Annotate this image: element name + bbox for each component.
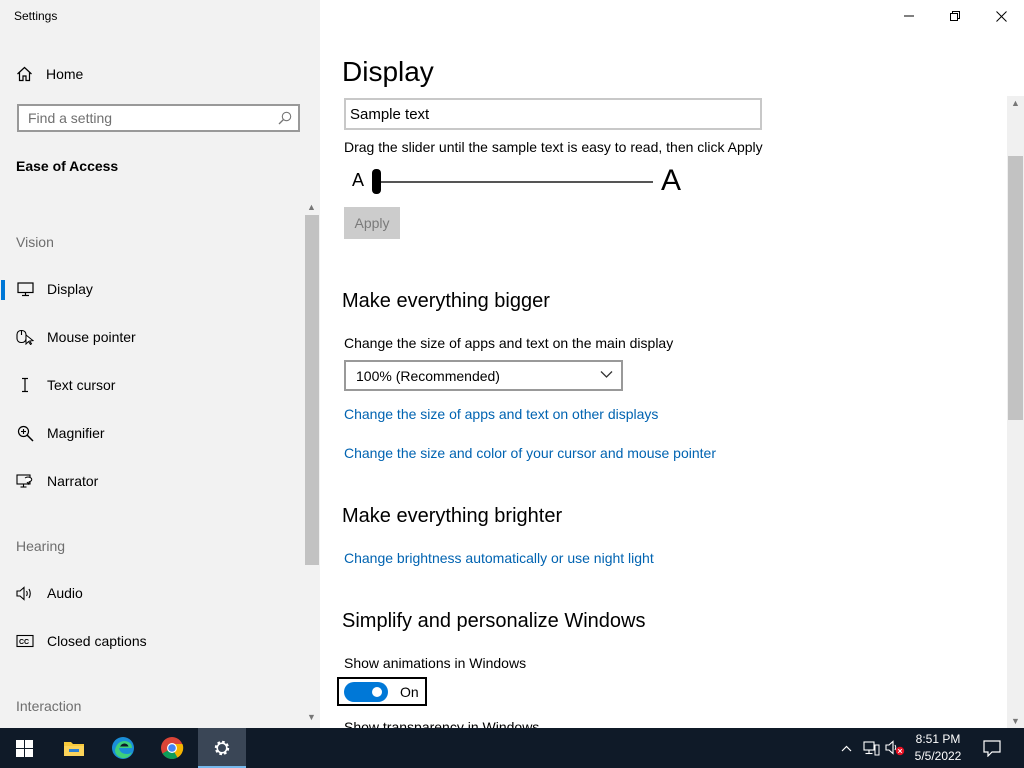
section-title: Ease of Access [16, 158, 119, 174]
scale-dropdown[interactable]: 100% (Recommended) [344, 360, 623, 391]
restore-icon [950, 11, 960, 21]
text-cursor-icon [16, 376, 34, 394]
scale-label: Change the size of apps and text on the … [344, 335, 674, 351]
volume-muted-icon [885, 740, 905, 756]
slider-large-label: A [661, 164, 682, 197]
toggle-state-label: On [400, 683, 419, 700]
animations-toggle[interactable]: On [337, 677, 427, 706]
clock-date: 5/5/2022 [914, 749, 962, 763]
group-label-hearing: Hearing [16, 538, 66, 554]
edge-button[interactable] [99, 728, 147, 768]
scroll-up-icon[interactable]: ▲ [1011, 98, 1020, 108]
main-scroll-thumb[interactable] [1008, 156, 1023, 420]
sidebar-item-mouse-pointer[interactable]: Mouse pointer [0, 319, 300, 355]
main-scrollbar[interactable]: ▲ ▼ [1007, 96, 1024, 728]
text-size-slider-thumb[interactable] [372, 169, 381, 194]
clock-time: 8:51 PM [915, 732, 961, 746]
sidebar-item-label: Mouse pointer [47, 329, 136, 345]
restore-button[interactable] [932, 4, 978, 28]
sidebar-item-display[interactable]: Display [0, 271, 300, 307]
chrome-button[interactable] [148, 728, 196, 768]
settings-taskbar-button[interactable] [198, 728, 246, 768]
speaker-icon [16, 584, 34, 602]
show-hidden-icons-button[interactable] [838, 728, 854, 768]
minimize-button[interactable] [886, 4, 932, 28]
text-size-slider-track[interactable] [376, 181, 653, 183]
sidebar-item-label: Narrator [47, 473, 99, 489]
group-label-vision: Vision [16, 234, 54, 250]
settings-icon [214, 740, 230, 756]
apply-button[interactable]: Apply [344, 207, 400, 239]
sidebar: Settings Home Ease of Access Vision Disp… [0, 0, 320, 728]
slider-hint: Drag the slider until the sample text is… [344, 139, 763, 155]
slider-small-label: A [352, 170, 365, 190]
sidebar-item-audio[interactable]: Audio [0, 575, 300, 611]
chrome-icon [161, 737, 184, 759]
other-displays-link[interactable]: Change the size of apps and text on othe… [344, 406, 658, 422]
search-icon[interactable] [278, 111, 292, 125]
volume-button[interactable] [884, 728, 906, 768]
minimize-icon [904, 15, 914, 17]
group-label-interaction: Interaction [16, 698, 82, 714]
scroll-down-icon[interactable]: ▼ [1011, 716, 1020, 726]
taskbar: 8:51 PM 5/5/2022 [0, 728, 1024, 768]
start-icon [15, 739, 33, 757]
scale-dropdown-value: 100% (Recommended) [356, 367, 500, 384]
svg-text:CC: CC [19, 639, 29, 646]
scroll-down-icon[interactable]: ▼ [307, 712, 316, 722]
home-nav[interactable]: Home [16, 63, 83, 85]
main-content: Display Drag the slider until the sample… [320, 0, 1024, 728]
search-input[interactable] [19, 106, 268, 130]
closed-captions-icon: CC [16, 632, 34, 650]
search-box[interactable] [17, 104, 300, 132]
animations-label: Show animations in Windows [344, 655, 527, 671]
simplify-heading: Simplify and personalize Windows [342, 610, 646, 632]
brighter-heading: Make everything brighter [342, 505, 563, 527]
taskbar-clock[interactable]: 8:51 PM 5/5/2022 [906, 731, 970, 765]
sidebar-item-label: Display [47, 281, 93, 297]
network-button[interactable] [861, 728, 881, 768]
home-icon [17, 66, 32, 82]
sidebar-item-text-cursor[interactable]: Text cursor [0, 367, 300, 403]
start-button[interactable] [0, 728, 48, 768]
scroll-up-icon[interactable]: ▲ [307, 202, 316, 212]
night-light-link[interactable]: Change brightness automatically or use n… [344, 550, 654, 566]
sidebar-item-label: Closed captions [47, 633, 147, 649]
edge-icon [112, 737, 134, 759]
sidebar-item-label: Magnifier [47, 425, 105, 441]
sidebar-scroll-thumb[interactable] [305, 215, 319, 565]
chevron-down-icon [600, 371, 613, 378]
action-center-button[interactable] [978, 728, 1006, 768]
file-explorer-button[interactable] [50, 728, 98, 768]
close-button[interactable] [978, 4, 1024, 28]
notifications-icon [983, 739, 1001, 757]
mouse-pointer-icon [16, 328, 34, 346]
sample-text-field[interactable] [344, 98, 762, 130]
bigger-heading: Make everything bigger [342, 290, 550, 312]
sidebar-scrollbar[interactable]: ▲ ▼ [304, 202, 320, 728]
home-label: Home [46, 66, 84, 82]
monitor-icon [16, 280, 34, 298]
magnifier-icon [16, 424, 34, 442]
sidebar-item-magnifier[interactable]: Magnifier [0, 415, 300, 451]
chevron-up-icon [841, 745, 851, 751]
narrator-icon [16, 472, 34, 490]
sidebar-item-narrator[interactable]: Narrator [0, 463, 300, 499]
close-icon [995, 10, 1007, 22]
app-title: Settings [14, 9, 58, 23]
cursor-pointer-link[interactable]: Change the size and color of your cursor… [344, 445, 716, 461]
transparency-label: Show transparency in Windows [344, 719, 540, 728]
toggle-switch[interactable] [344, 681, 388, 702]
file-explorer-icon [64, 742, 84, 756]
sidebar-item-closed-captions[interactable]: CC Closed captions [0, 623, 300, 659]
network-icon [862, 740, 879, 755]
sidebar-item-label: Audio [47, 585, 83, 601]
page-title: Display [342, 56, 434, 87]
sidebar-item-label: Text cursor [47, 377, 116, 393]
